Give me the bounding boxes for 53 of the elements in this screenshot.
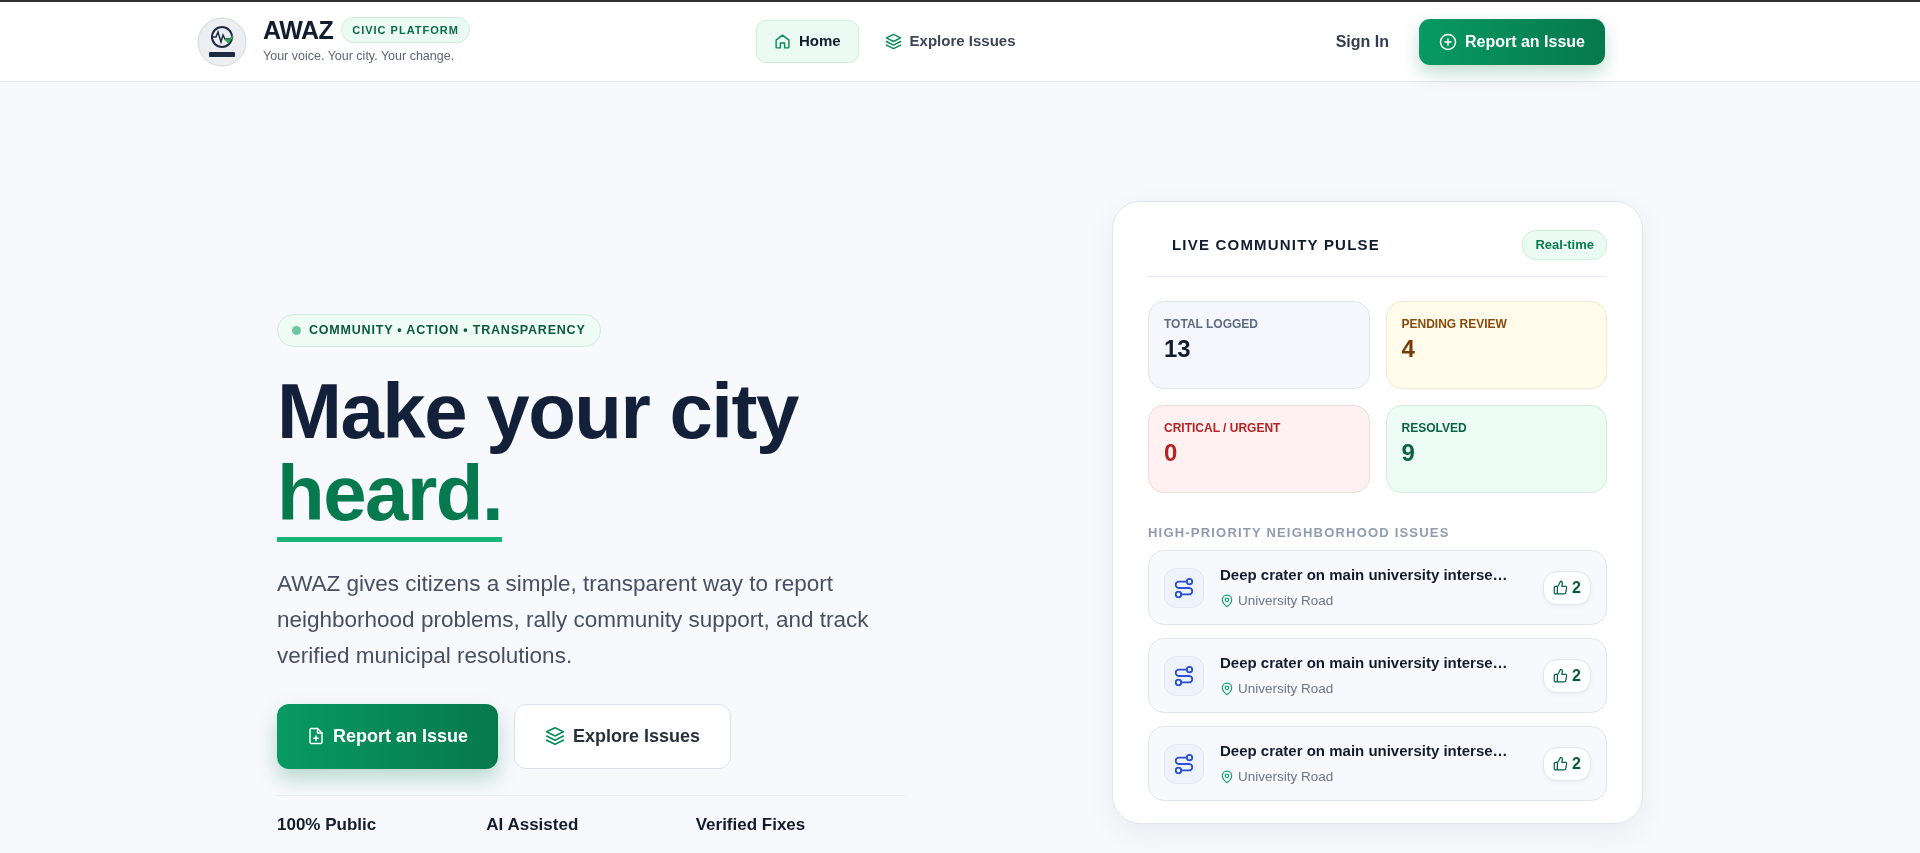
issue-title: Deep crater on main university interse… (1220, 565, 1509, 586)
file-plus-icon (307, 727, 325, 746)
issue-location: University Road (1238, 679, 1334, 698)
nav-tab[interactable]: Home (755, 20, 859, 63)
layers-icon (884, 33, 902, 50)
tile-value: 4 (1401, 333, 1416, 364)
realtime-badge: Real-time (1522, 230, 1607, 260)
thumbs-up-icon (1553, 580, 1569, 595)
route-icon (1173, 752, 1195, 775)
upvote-button[interactable]: 2 (1543, 658, 1591, 693)
logo-icon (197, 16, 247, 67)
section-heading: HIGH-PRIORITY NEIGHBORHOOD ISSUES (1148, 523, 1451, 542)
report-issue-button[interactable]: Report an Issue (277, 703, 499, 769)
brand-tag: CIVIC PLATFORM (341, 16, 470, 44)
thumbs-up-icon (1553, 756, 1569, 771)
issue-title: Deep crater on main university interse… (1220, 741, 1509, 762)
pin-icon (1220, 593, 1234, 608)
tile-value: 0 (1164, 437, 1179, 468)
issue-location: University Road (1238, 767, 1334, 786)
brand-name: AWAZ (263, 17, 334, 43)
issue-card[interactable]: Deep crater on main university interse… University Road 2 (1148, 638, 1607, 713)
plus-circle-icon (1438, 32, 1457, 51)
pin-icon (1220, 769, 1234, 784)
brand-tagline: Your voice. Your city. Your change. (263, 48, 456, 66)
upvote-button[interactable]: 2 (1543, 746, 1591, 781)
tile-label: RESOLVED (1401, 419, 1468, 437)
layers-icon (545, 726, 566, 747)
pin-icon (1220, 681, 1234, 696)
stat-label: Verified Fixes (695, 813, 807, 836)
issue-title: Deep crater on main university interse… (1220, 653, 1509, 674)
tile-label: TOTAL LOGGED (1164, 315, 1259, 333)
tile-value: 13 (1164, 333, 1192, 364)
headline: Make your city (277, 370, 800, 453)
hero-description: AWAZ gives citizens a simple, transparent way to report neighborhood problems, rally community support, and track verified municipal resolutions. (277, 569, 870, 670)
eyebrow-pill: COMMUNITY • ACTION • TRANSPARENCY (277, 314, 601, 347)
sign-in-link[interactable]: Sign In (1329, 28, 1395, 55)
nav-tab[interactable]: Explore Issues (866, 20, 1034, 63)
route-icon (1173, 576, 1195, 599)
thumbs-up-icon (1553, 668, 1569, 683)
issue-card[interactable]: Deep crater on main university interse… University Road 2 (1148, 726, 1607, 801)
report-issue-button[interactable]: Report an Issue (1418, 18, 1605, 65)
pulse-title: LIVE COMMUNITY PULSE (1172, 234, 1380, 255)
issue-location: University Road (1238, 591, 1334, 610)
home-icon (773, 33, 791, 50)
upvote-button[interactable]: 2 (1543, 570, 1591, 605)
issue-card[interactable]: Deep crater on main university interse… University Road 2 (1148, 550, 1607, 625)
stat-label: AI Assisted (486, 813, 580, 836)
tile-value: 9 (1401, 437, 1416, 468)
route-icon (1173, 664, 1195, 687)
tile-label: PENDING REVIEW (1401, 315, 1508, 333)
explore-issues-button[interactable]: Explore Issues (514, 703, 732, 769)
tile-label: CRITICAL / URGENT (1164, 419, 1282, 437)
stat-label: 100% Public (277, 813, 378, 836)
